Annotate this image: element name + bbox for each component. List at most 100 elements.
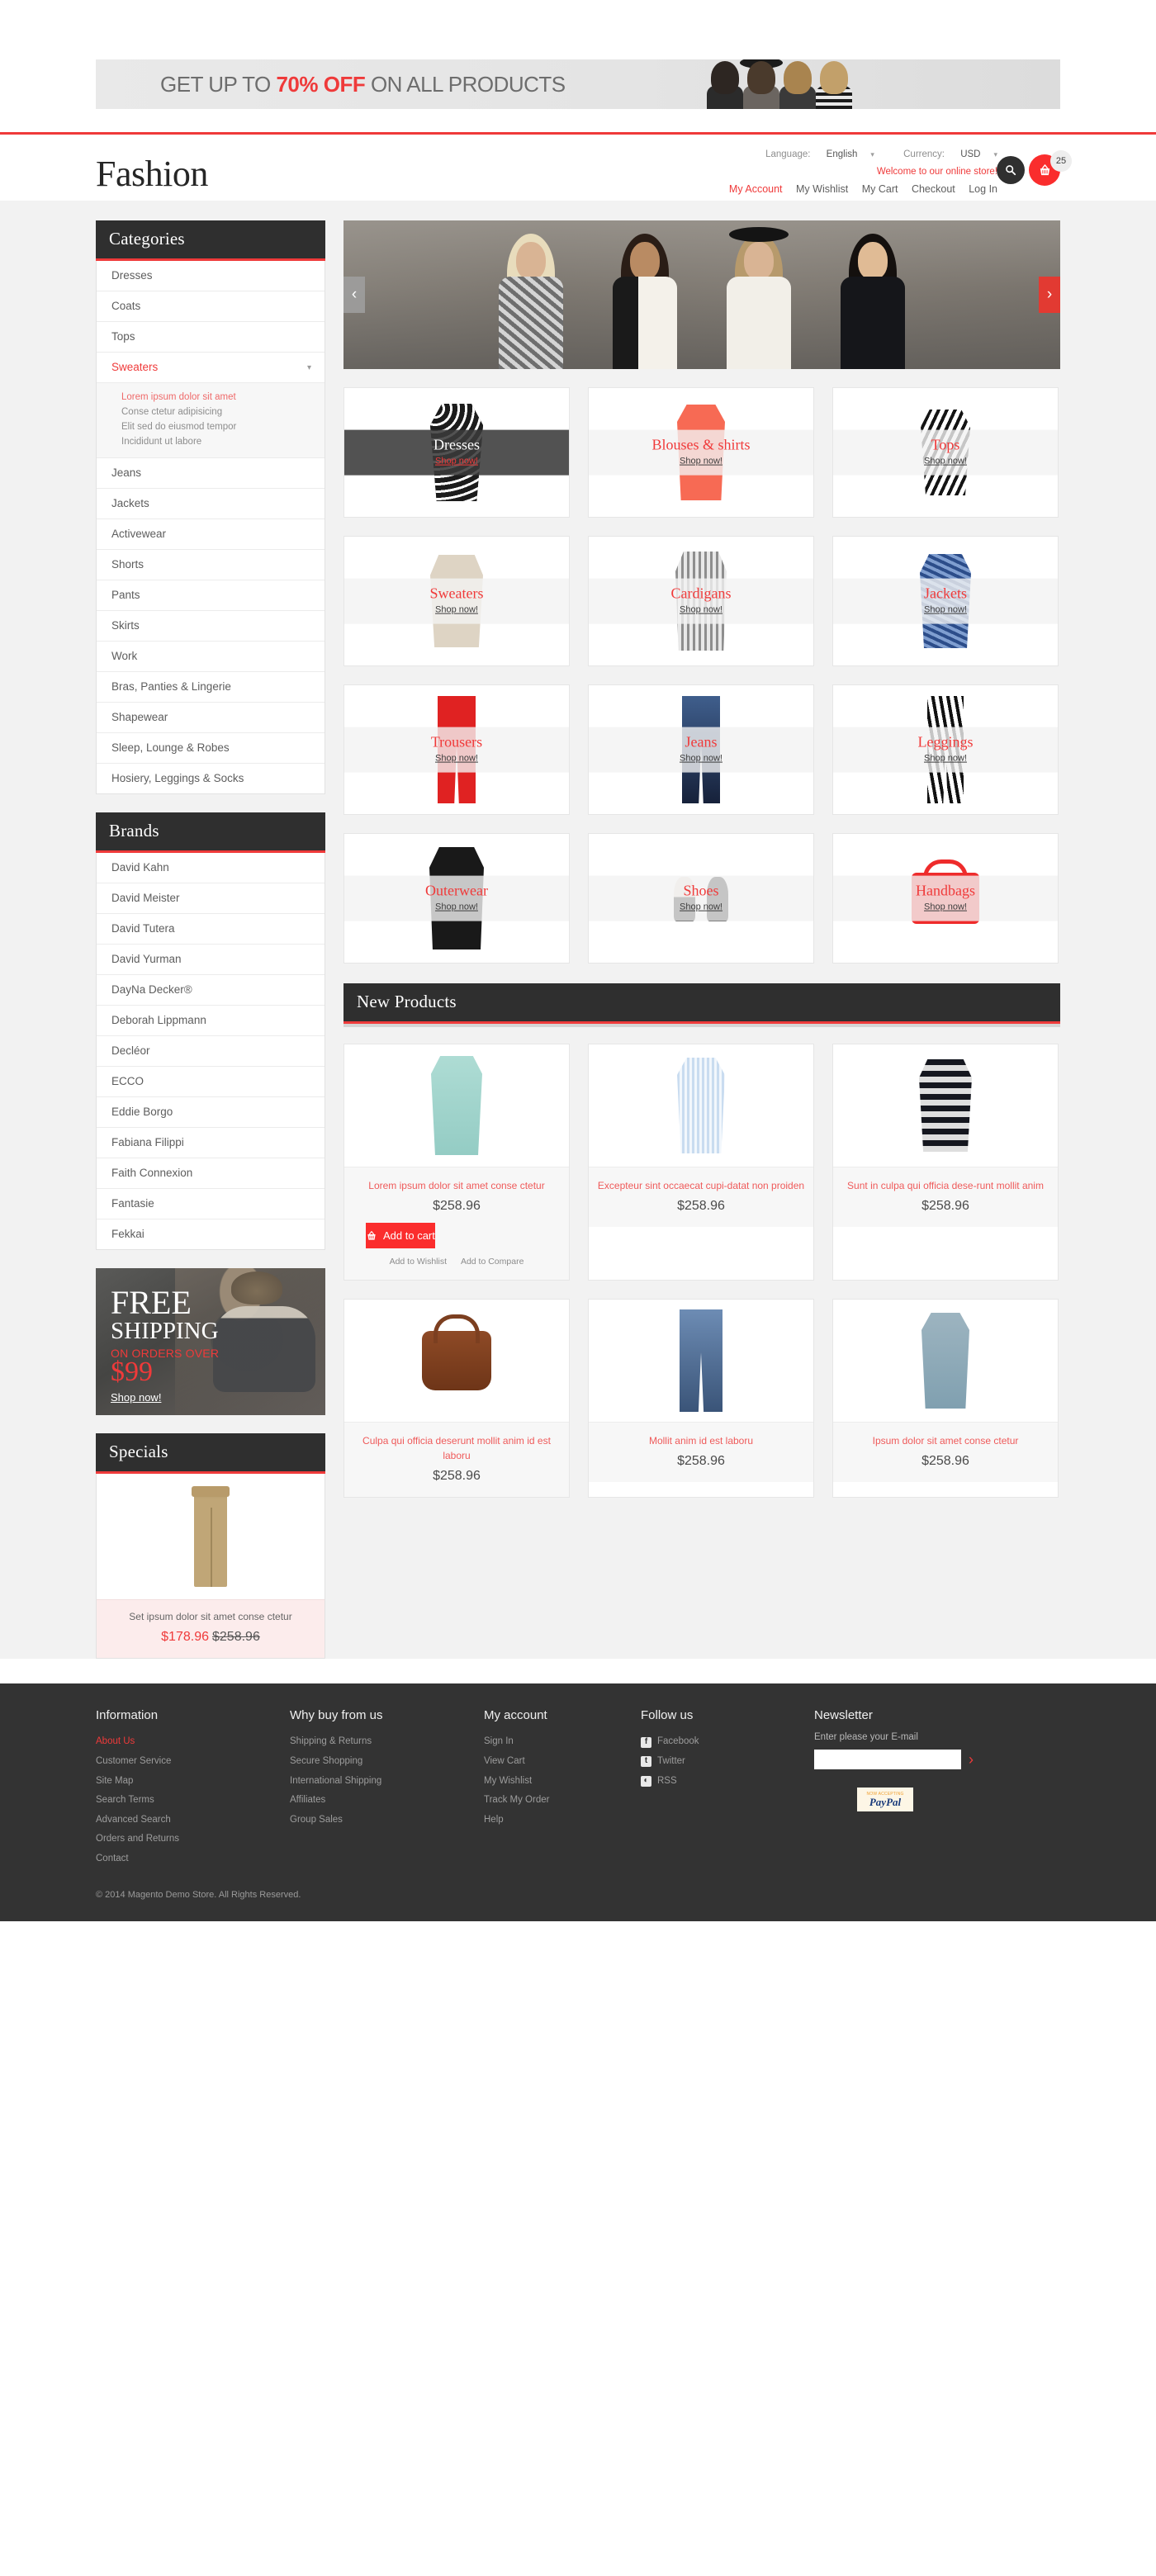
category-tile-jeans[interactable]: Jeans Shop now! [588,684,814,815]
sidebar-item-activewear[interactable]: Activewear [97,519,325,550]
footer-link-international-shipping[interactable]: International Shipping [290,1772,484,1792]
product-card[interactable]: Sunt in culpa qui officia dese-runt moll… [832,1044,1059,1281]
sidebar-item-dresses[interactable]: Dresses [97,261,325,291]
product-card[interactable]: Mollit anim id est laboru $258.96 [588,1299,814,1498]
sidebar-item-jackets[interactable]: Jackets [97,489,325,519]
header-link-my-account[interactable]: My Account [729,183,783,195]
footer-link-shipping-returns[interactable]: Shipping & Returns [290,1732,484,1752]
sidebar-item-pants[interactable]: Pants [97,580,325,611]
category-tile-handbags[interactable]: Handbags Shop now! [832,833,1059,964]
subcategory-item[interactable]: Elit sed do eiusmod tempor [97,419,325,434]
tile-shop-now-link[interactable]: Shop now! [833,753,1058,763]
sidebar-item-shapewear[interactable]: Shapewear [97,703,325,733]
paypal-badge[interactable]: NOW ACCEPTING PayPal [857,1788,913,1812]
category-tile-cardigans[interactable]: Cardigans Shop now! [588,536,814,666]
hero-prev-button[interactable]: ‹ [343,277,365,313]
social-link-twitter[interactable]: t Twitter [641,1752,814,1772]
category-tile-shoes[interactable]: Shoes Shop now! [588,833,814,964]
footer-link-sign-in[interactable]: Sign In [484,1732,641,1752]
sidebar-item-sweaters[interactable]: Sweaters ▾ [97,353,325,383]
tile-shop-now-link[interactable]: Shop now! [833,456,1058,466]
add-to-compare-link[interactable]: Add to Compare [461,1257,524,1267]
brand-item-dayna-decker[interactable]: DayNa Decker® [97,975,325,1006]
hero-next-button[interactable]: › [1039,277,1060,313]
category-tile-outerwear[interactable]: Outerwear Shop now! [343,833,570,964]
header-link-my-wishlist[interactable]: My Wishlist [796,183,848,195]
footer-link-my-wishlist[interactable]: My Wishlist [484,1772,641,1792]
header-link-my-cart[interactable]: My Cart [862,183,898,195]
sidebar-item-shorts[interactable]: Shorts [97,550,325,580]
footer-link-site-map[interactable]: Site Map [96,1772,290,1792]
currency-selector[interactable]: Currency: USD ▾ [890,149,997,159]
product-name[interactable]: Sunt in culpa qui officia dese-runt moll… [841,1178,1049,1193]
brand-item-david-kahn[interactable]: David Kahn [97,853,325,883]
tile-shop-now-link[interactable]: Shop now! [833,604,1058,614]
product-name[interactable]: Culpa qui officia deserunt mollit anim i… [353,1433,561,1463]
tile-shop-now-link[interactable]: Shop now! [589,902,813,912]
tile-shop-now-link[interactable]: Shop now! [589,604,813,614]
newsletter-email-input[interactable] [814,1750,961,1770]
category-tile-blouses-shirts[interactable]: Blouses & shirts Shop now! [588,387,814,518]
footer-link-orders-and-returns[interactable]: Orders and Returns [96,1830,290,1849]
brand-item-david-yurman[interactable]: David Yurman [97,945,325,975]
special-product-name[interactable]: Set ipsum dolor sit amet conse ctetur [105,1610,316,1624]
sidebar-item-hosiery-leggings-socks[interactable]: Hosiery, Leggings & Socks [97,764,325,793]
category-tile-sweaters[interactable]: Sweaters Shop now! [343,536,570,666]
footer-link-secure-shopping[interactable]: Secure Shopping [290,1752,484,1772]
sidebar-item-jeans[interactable]: Jeans [97,458,325,489]
product-card-featured[interactable]: Lorem ipsum dolor sit amet conse ctetur … [343,1044,570,1281]
tile-shop-now-link[interactable]: Shop now! [344,753,569,763]
sidebar-item-skirts[interactable]: Skirts [97,611,325,642]
product-name[interactable]: Ipsum dolor sit amet conse ctetur [841,1433,1049,1448]
brand-item-david-meister[interactable]: David Meister [97,883,325,914]
site-logo[interactable]: Fashion [96,156,208,192]
brand-item-fekkai[interactable]: Fekkai [97,1219,325,1249]
footer-link-group-sales[interactable]: Group Sales [290,1811,484,1830]
free-shipping-banner[interactable]: FREE SHIPPING ON ORDERS OVER $99 Shop no… [96,1268,325,1415]
tile-shop-now-link[interactable]: Shop now! [344,456,569,466]
promo-banner[interactable]: GET UP TO 70% OFF ON ALL PRODUCTS [96,59,1060,109]
brand-item-deborah-lippmann[interactable]: Deborah Lippmann [97,1006,325,1036]
category-tile-tops[interactable]: Tops Shop now! [832,387,1059,518]
tile-shop-now-link[interactable]: Shop now! [833,902,1058,912]
cart-button[interactable]: 25 [1029,150,1072,186]
add-to-wishlist-link[interactable]: Add to Wishlist [390,1257,447,1267]
product-card[interactable]: Ipsum dolor sit amet conse ctetur $258.9… [832,1299,1059,1498]
sidebar-item-tops[interactable]: Tops [97,322,325,353]
brand-item-decleor[interactable]: Decléor [97,1036,325,1067]
newsletter-submit-button[interactable]: › [969,1752,974,1767]
tile-shop-now-link[interactable]: Shop now! [344,902,569,912]
subcategory-item[interactable]: Lorem ipsum dolor sit amet [97,390,325,405]
category-tile-dresses[interactable]: Dresses Shop now! [343,387,570,518]
brand-item-fantasie[interactable]: Fantasie [97,1189,325,1219]
social-link-facebook[interactable]: f Facebook [641,1732,814,1752]
tile-shop-now-link[interactable]: Shop now! [344,604,569,614]
header-link-log-in[interactable]: Log In [969,183,997,195]
hero-slider[interactable]: ‹ › [343,220,1060,369]
footer-link-search-terms[interactable]: Search Terms [96,1791,290,1811]
category-tile-leggings[interactable]: Leggings Shop now! [832,684,1059,815]
brand-item-david-tutera[interactable]: David Tutera [97,914,325,945]
product-card[interactable]: Culpa qui officia deserunt mollit anim i… [343,1299,570,1498]
brand-item-fabiana-filippi[interactable]: Fabiana Filippi [97,1128,325,1158]
footer-link-help[interactable]: Help [484,1811,641,1830]
sidebar-item-work[interactable]: Work [97,642,325,672]
category-tile-trousers[interactable]: Trousers Shop now! [343,684,570,815]
footer-link-advanced-search[interactable]: Advanced Search [96,1811,290,1830]
special-product-card[interactable]: Set ipsum dolor sit amet conse ctetur $1… [96,1474,325,1660]
social-link-rss[interactable]: ◐ RSS [641,1772,814,1792]
product-card[interactable]: Excepteur sint occaecat cupi-datat non p… [588,1044,814,1281]
search-button[interactable] [997,156,1025,184]
header-link-checkout[interactable]: Checkout [912,183,955,195]
brand-item-eddie-borgo[interactable]: Eddie Borgo [97,1097,325,1128]
sidebar-item-coats[interactable]: Coats [97,291,325,322]
sidebar-item-bras-panties-lingerie[interactable]: Bras, Panties & Lingerie [97,672,325,703]
sidebar-item-sleep-lounge-robes[interactable]: Sleep, Lounge & Robes [97,733,325,764]
product-name[interactable]: Excepteur sint occaecat cupi-datat non p… [597,1178,805,1193]
shipping-shop-now-link[interactable]: Shop now! [111,1391,219,1404]
category-tile-jackets[interactable]: Jackets Shop now! [832,536,1059,666]
footer-link-contact[interactable]: Contact [96,1849,290,1869]
subcategory-item[interactable]: Incididunt ut labore [97,434,325,449]
footer-link-affiliates[interactable]: Affiliates [290,1791,484,1811]
footer-link-customer-service[interactable]: Customer Service [96,1752,290,1772]
